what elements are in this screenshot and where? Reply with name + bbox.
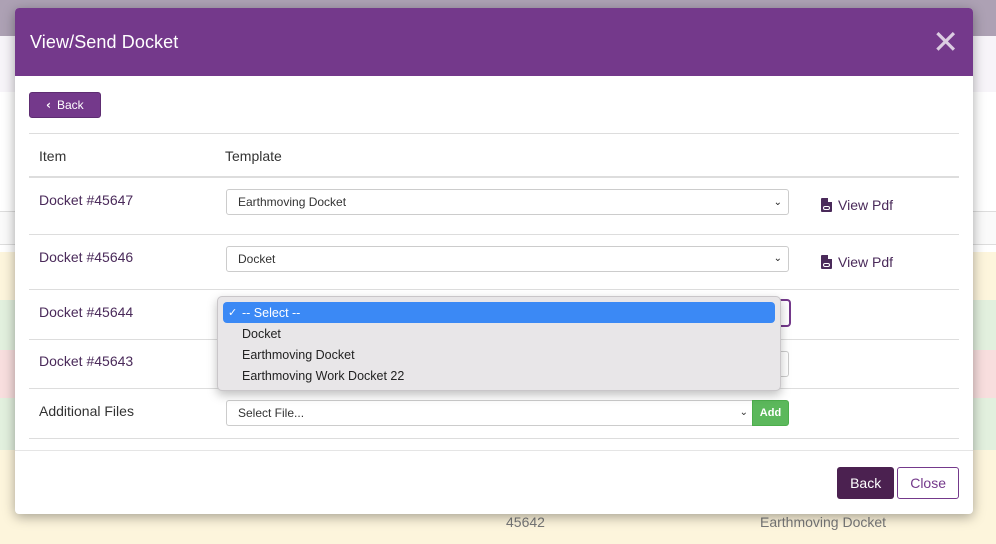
docket-item-label: Docket #45646 (29, 234, 215, 290)
template-select[interactable]: Earthmoving Docket ⌄ (226, 189, 789, 215)
template-select-value: Docket (238, 251, 276, 266)
column-header-actions (789, 133, 959, 178)
file-select-placeholder: Select File... (238, 405, 305, 420)
additional-files-label: Additional Files (29, 388, 215, 439)
view-pdf-link[interactable]: View Pdf (821, 254, 893, 270)
modal-header: View/Send Docket ✕ (15, 8, 973, 76)
table-header-row: Item Template (29, 133, 959, 178)
docket-item-label: Docket #45644 (29, 289, 215, 340)
template-select[interactable]: Docket ⌄ (226, 245, 789, 272)
chevron-down-icon: ⌄ (739, 407, 748, 418)
view-pdf-label: View Pdf (838, 253, 893, 270)
back-button-top[interactable]: ‹ Back (29, 92, 101, 118)
chevron-left-icon: ‹ (46, 98, 51, 112)
docket-item-label: Docket #45647 (29, 177, 215, 235)
close-button[interactable]: Close (897, 466, 959, 499)
back-button[interactable]: Back (837, 466, 895, 499)
template-select-value: Earthmoving Docket (238, 195, 347, 209)
view-pdf-link[interactable]: View Pdf (821, 197, 893, 213)
bg-row-number: 45642 (506, 514, 545, 530)
table-row-additional-files: Additional Files Select File... ⌄ Add (29, 388, 959, 439)
add-file-button[interactable]: Add (752, 399, 789, 426)
docket-table: Item Template Docket #45647 Earthmoving … (29, 133, 959, 439)
close-icon[interactable]: ✕ (932, 26, 959, 58)
pdf-file-icon (821, 198, 832, 212)
checkmark-icon: ✓ (228, 306, 238, 319)
table-row: Docket #45646 Docket ⌄ View Pdf (29, 234, 959, 290)
column-header-item: Item (29, 133, 215, 178)
chevron-down-icon: ⌄ (773, 253, 782, 264)
dropdown-option-select[interactable]: ✓ -- Select -- (223, 302, 775, 323)
table-row: Docket #45647 Earthmoving Docket ⌄ View … (29, 177, 959, 235)
bg-row-template: Earthmoving Docket (760, 514, 887, 530)
dropdown-option-earthmoving-work-docket-22[interactable]: Earthmoving Work Docket 22 (223, 365, 775, 386)
column-header-template: Template (215, 133, 789, 178)
chevron-down-icon: ⌄ (773, 196, 782, 208)
view-send-docket-modal: View/Send Docket ✕ ‹ Back Item Template … (15, 8, 973, 514)
back-button-label: Back (56, 98, 84, 112)
modal-title: View/Send Docket (30, 31, 179, 52)
dropdown-option-docket[interactable]: Docket (223, 323, 775, 344)
view-pdf-label: View Pdf (838, 197, 893, 213)
template-dropdown-list: ✓ -- Select -- Docket Earthmoving Docket… (217, 296, 781, 391)
docket-item-label: Docket #45643 (29, 339, 215, 389)
modal-footer: Back Close (15, 450, 973, 514)
pdf-file-icon (821, 254, 832, 269)
dropdown-option-earthmoving-docket[interactable]: Earthmoving Docket (223, 344, 775, 365)
file-select[interactable]: Select File... ⌄ (226, 399, 752, 426)
